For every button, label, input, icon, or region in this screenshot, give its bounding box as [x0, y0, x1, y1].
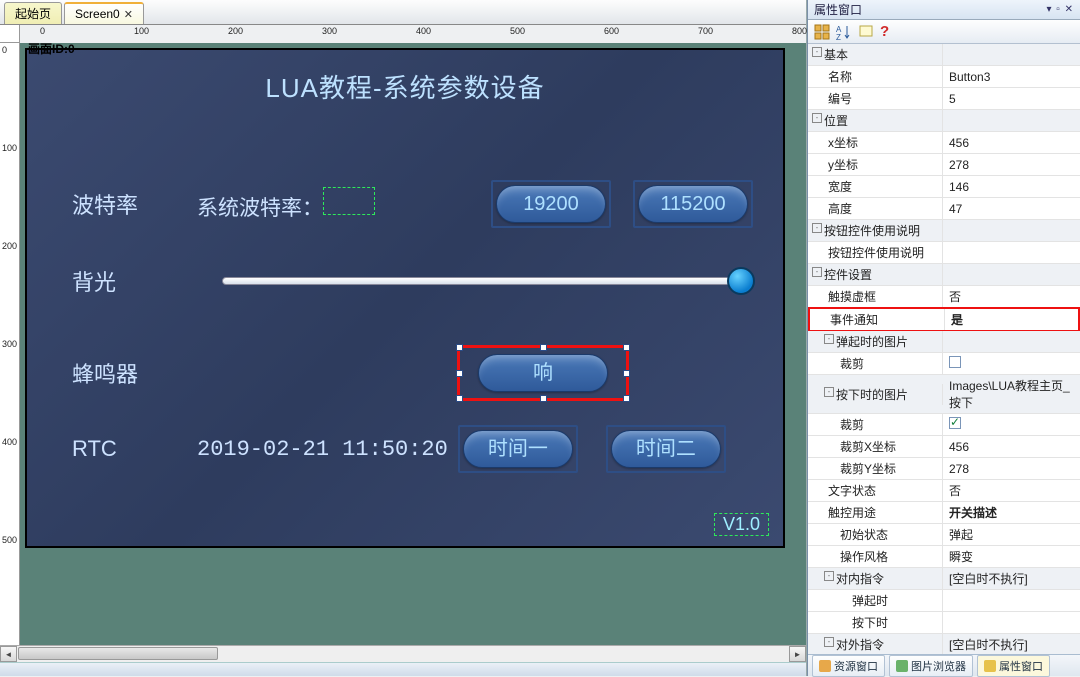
baud-sub-label: 系统波特率：	[197, 187, 375, 222]
rtc-time2-button[interactable]: 时间二	[611, 430, 721, 468]
property-row[interactable]: x坐标456	[808, 132, 1080, 154]
svg-text:Z: Z	[836, 33, 841, 40]
property-row[interactable]: 名称Button3	[808, 66, 1080, 88]
document-tabs: 起始页 Screen0✕	[0, 0, 806, 25]
property-row[interactable]: 高度47	[808, 198, 1080, 220]
ruler-vertical: 0100200300400500	[0, 43, 20, 645]
page-icon[interactable]	[858, 24, 874, 40]
rtc-value: 2019-02-21 11:50:20	[197, 437, 448, 462]
row-rtc: RTC 2019-02-21 11:50:20 时间一 时间二	[72, 425, 753, 473]
property-row[interactable]: 基本	[808, 44, 1080, 66]
resize-handle[interactable]	[456, 370, 463, 377]
property-row[interactable]: 触摸虚框否	[808, 286, 1080, 308]
property-row[interactable]: 按下时	[808, 612, 1080, 634]
backlight-slider[interactable]	[222, 277, 753, 285]
property-row[interactable]: 对外指令[空白时不执行]	[808, 634, 1080, 654]
properties-panel: 属性窗口 ▾ ▫ ✕ AZ ? 基本名称Button3编号5位置x坐标456y坐…	[807, 0, 1080, 676]
row-buzzer: 蜂鸣器 响	[72, 345, 753, 401]
resize-handle[interactable]	[540, 395, 547, 402]
screen-id-label: 画面ID:0	[28, 43, 75, 57]
panel-title: 属性窗口	[814, 1, 862, 18]
baud-19200-button[interactable]: 19200	[496, 185, 606, 223]
design-screen[interactable]: LUA教程-系统参数设备 波特率 系统波特率： 19200 115200 背光	[27, 50, 783, 546]
panel-header: 属性窗口 ▾ ▫ ✕	[808, 0, 1080, 20]
baud-label: 波特率	[72, 188, 197, 220]
scroll-thumb[interactable]	[18, 647, 218, 660]
resize-handle[interactable]	[456, 344, 463, 351]
tab-image-browser[interactable]: 图片浏览器	[889, 655, 973, 677]
buzzer-label: 蜂鸣器	[72, 357, 197, 389]
property-row[interactable]: 裁剪	[808, 353, 1080, 375]
property-row[interactable]: 触控用途开关描述	[808, 502, 1080, 524]
buzzer-button[interactable]: 响	[478, 354, 608, 392]
property-row[interactable]: 操作风格瞬变	[808, 546, 1080, 568]
property-row[interactable]: 控件设置	[808, 264, 1080, 286]
scroll-right-button[interactable]: ►	[789, 646, 806, 662]
sort-icon[interactable]: AZ	[836, 24, 852, 40]
property-row[interactable]: 宽度146	[808, 176, 1080, 198]
property-row[interactable]: y坐标278	[808, 154, 1080, 176]
resize-handle[interactable]	[456, 395, 463, 402]
panel-controls[interactable]: ▾ ▫ ✕	[1047, 4, 1075, 15]
help-icon[interactable]: ?	[880, 23, 889, 40]
tab-properties[interactable]: 属性窗口	[977, 655, 1050, 677]
property-row[interactable]: 按钮控件使用说明	[808, 242, 1080, 264]
rtc-label: RTC	[72, 436, 197, 462]
bottom-tabs: 资源窗口 图片浏览器 属性窗口	[808, 654, 1080, 676]
rtc-time1-button[interactable]: 时间一	[463, 430, 573, 468]
statusbar	[0, 662, 806, 676]
slider-knob[interactable]	[727, 267, 755, 295]
screen-title: LUA教程-系统参数设备	[27, 50, 783, 105]
row-backlight: 背光	[72, 265, 753, 297]
categorize-icon[interactable]	[814, 24, 830, 40]
property-row[interactable]: 裁剪X坐标456	[808, 436, 1080, 458]
property-row[interactable]: 文字状态否	[808, 480, 1080, 502]
property-row[interactable]: 弹起时	[808, 590, 1080, 612]
selected-widget[interactable]: 响	[457, 345, 629, 401]
baud-19200-frame: 19200	[491, 180, 611, 228]
property-row[interactable]: 裁剪	[808, 414, 1080, 436]
close-icon[interactable]: ✕	[124, 8, 133, 21]
resize-handle[interactable]	[623, 344, 630, 351]
row-baud: 波特率 系统波特率： 19200 115200	[72, 180, 753, 228]
property-row[interactable]: 对内指令[空白时不执行]	[808, 568, 1080, 590]
resize-handle[interactable]	[623, 395, 630, 402]
baud-115200-button[interactable]: 115200	[638, 185, 748, 223]
canvas[interactable]: 画面ID:0 LUA教程-系统参数设备 波特率 系统波特率： 19200 115…	[20, 43, 806, 645]
property-row[interactable]: 弹起时的图片	[808, 331, 1080, 353]
scroll-left-button[interactable]: ◄	[0, 646, 17, 662]
property-row[interactable]: 初始状态弹起	[808, 524, 1080, 546]
property-row[interactable]: 按钮控件使用说明	[808, 220, 1080, 242]
property-row[interactable]: 位置	[808, 110, 1080, 132]
resize-handle[interactable]	[540, 344, 547, 351]
screen-frame: LUA教程-系统参数设备 波特率 系统波特率： 19200 115200 背光	[25, 48, 785, 548]
resize-handle[interactable]	[623, 370, 630, 377]
property-grid[interactable]: 基本名称Button3编号5位置x坐标456y坐标278宽度146高度47按钮控…	[808, 44, 1080, 654]
horizontal-scrollbar[interactable]: ◄ ►	[0, 645, 806, 662]
tab-screen0[interactable]: Screen0✕	[64, 2, 144, 24]
backlight-label: 背光	[72, 265, 197, 297]
baud-value-field[interactable]	[323, 187, 375, 215]
property-row[interactable]: 编号5	[808, 88, 1080, 110]
baud-115200-frame: 115200	[633, 180, 753, 228]
tab-start[interactable]: 起始页	[4, 2, 62, 24]
property-row[interactable]: 事件通知是	[808, 307, 1080, 332]
tab-resources[interactable]: 资源窗口	[812, 655, 885, 677]
editor-area: 起始页 Screen0✕ 0100200300400500600700800 0…	[0, 0, 807, 676]
panel-toolbar: AZ ?	[808, 20, 1080, 44]
property-row[interactable]: 裁剪Y坐标278	[808, 458, 1080, 480]
property-row[interactable]: 按下时的图片Images\LUA教程主页_按下	[808, 375, 1080, 414]
version-label: V1.0	[714, 513, 769, 536]
